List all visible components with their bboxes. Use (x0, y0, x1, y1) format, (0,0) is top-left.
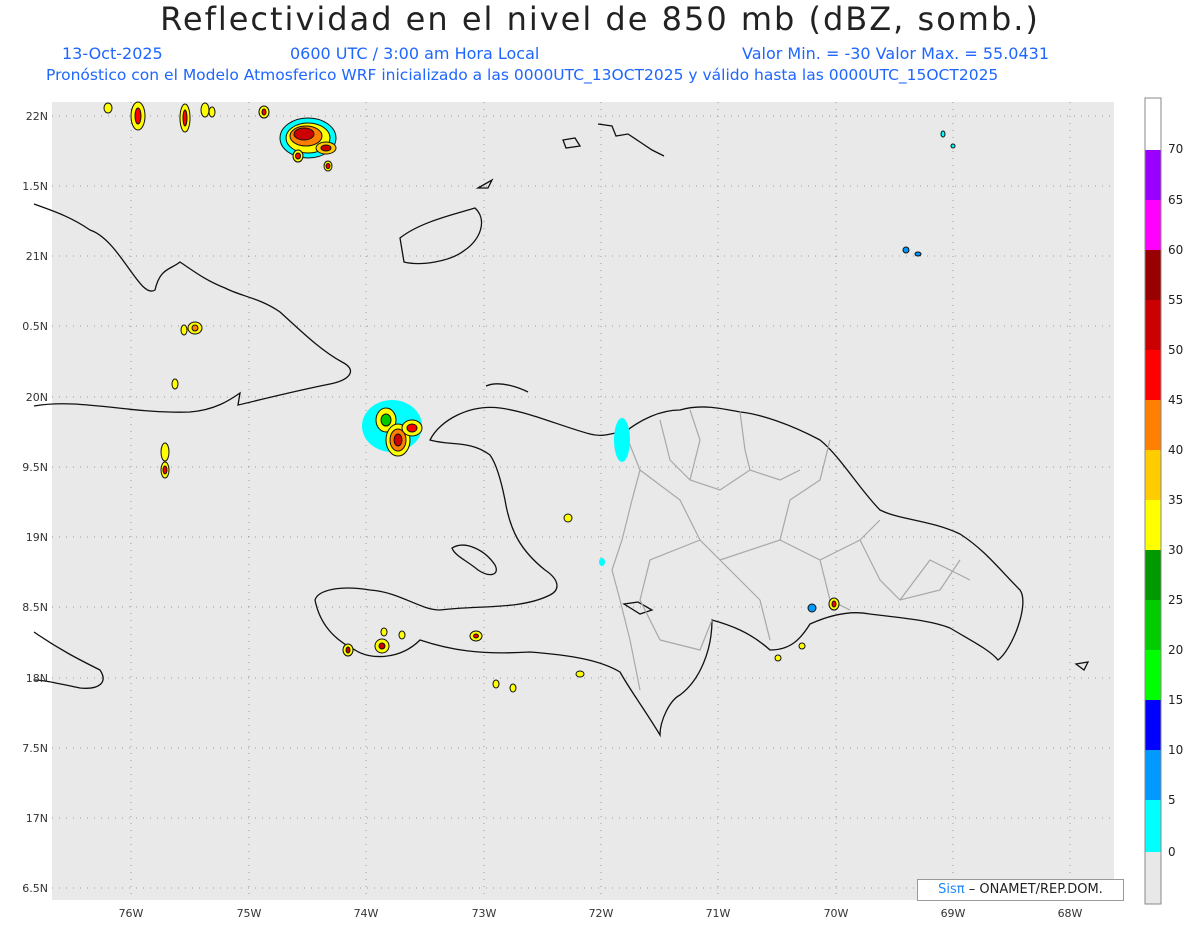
colorbar-label-50: 50 (1168, 343, 1183, 357)
lon-label-1: 75W (237, 907, 262, 920)
colorbar-segment (1145, 98, 1161, 150)
colorbar-label-25: 25 (1168, 593, 1183, 607)
lon-label-8: 68W (1058, 907, 1083, 920)
lat-axis: 22N 1.5N 21N 0.5N 20N 9.5N 19N 8.5N 18N … (22, 110, 48, 895)
colorbar-segment (1145, 500, 1161, 550)
lat-label-6: 19N (26, 531, 48, 544)
lat-label-7: 8.5N (22, 601, 48, 614)
lon-label-2: 74W (354, 907, 379, 920)
colorbar-segment (1145, 400, 1161, 450)
colorbar (1145, 98, 1161, 904)
colorbar-segment (1145, 200, 1161, 250)
map-area (52, 102, 1114, 900)
sis-logo: Sisπ (938, 882, 965, 897)
lon-label-6: 70W (824, 907, 849, 920)
lon-label-7: 69W (941, 907, 966, 920)
colorbar-label-35: 35 (1168, 493, 1183, 507)
lat-label-8: 18N (26, 672, 48, 685)
colorbar-label-15: 15 (1168, 693, 1183, 707)
colorbar-label-10: 10 (1168, 743, 1183, 757)
colorbar-segment (1145, 250, 1161, 300)
lon-axis: 76W 75W 74W 73W 72W 71W 70W 69W 68W (119, 907, 1083, 920)
colorbar-segment (1145, 300, 1161, 350)
lat-label-0: 22N (26, 110, 48, 123)
colorbar-segment (1145, 800, 1161, 852)
colorbar-segment (1145, 750, 1161, 800)
lat-label-11: 6.5N (22, 882, 48, 895)
lat-label-3: 0.5N (22, 320, 48, 333)
colorbar-label-40: 40 (1168, 443, 1183, 457)
lat-label-10: 17N (26, 812, 48, 825)
lon-label-4: 72W (589, 907, 614, 920)
colorbar-label-60: 60 (1168, 243, 1183, 257)
colorbar-segment (1145, 450, 1161, 500)
colorbar-label-70: 70 (1168, 142, 1183, 156)
colorbar-label-30: 30 (1168, 543, 1183, 557)
lon-label-5: 71W (706, 907, 731, 920)
colorbar-label-5: 5 (1168, 793, 1176, 807)
colorbar-label-55: 55 (1168, 293, 1183, 307)
colorbar-segment (1145, 150, 1161, 200)
colorbar-label-65: 65 (1168, 193, 1183, 207)
colorbar-segment (1145, 350, 1161, 400)
colorbar-labels: 70 65 60 55 50 45 40 35 30 25 20 15 10 5… (1168, 142, 1183, 859)
lat-label-4: 20N (26, 391, 48, 404)
colorbar-label-45: 45 (1168, 393, 1183, 407)
credit-box: Sisπ – ONAMET/REP.DOM. (917, 879, 1124, 901)
colorbar-segment (1145, 650, 1161, 700)
colorbar-segment (1145, 550, 1161, 600)
lon-label-0: 76W (119, 907, 144, 920)
colorbar-segment (1145, 600, 1161, 650)
credit-org: – ONAMET/REP.DOM. (968, 882, 1103, 897)
colorbar-label-0: 0 (1168, 845, 1176, 859)
colorbar-segment (1145, 700, 1161, 750)
colorbar-segment (1145, 852, 1161, 904)
lat-label-5: 9.5N (22, 461, 48, 474)
colorbar-label-20: 20 (1168, 643, 1183, 657)
lat-label-2: 21N (26, 250, 48, 263)
lat-label-1: 1.5N (22, 180, 48, 193)
lat-label-9: 7.5N (22, 742, 48, 755)
lon-label-3: 73W (472, 907, 497, 920)
reflectivity-map: 22N 1.5N 21N 0.5N 20N 9.5N 19N 8.5N 18N … (22, 97, 1183, 920)
